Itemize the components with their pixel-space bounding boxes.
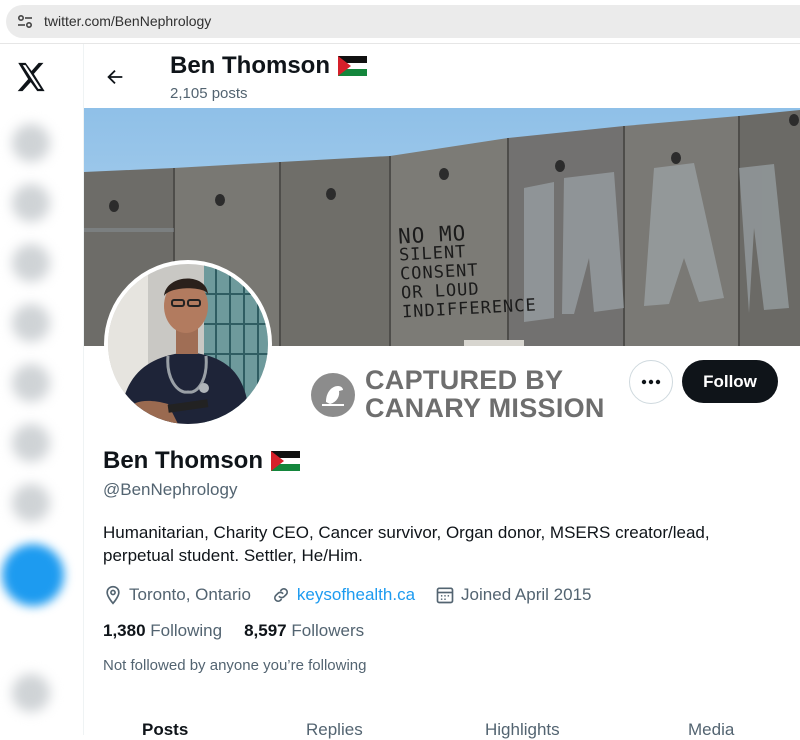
watermark-line1: CAPTURED BY <box>365 365 564 395</box>
joined-text: Joined April 2015 <box>461 585 592 604</box>
home-icon[interactable] <box>12 124 50 162</box>
more-options-button[interactable] <box>629 360 673 404</box>
follow-counts: 1,380 Following 8,597 Followers <box>103 621 364 641</box>
avatar-photo <box>108 264 268 424</box>
post-count: 2,105 posts <box>170 85 248 102</box>
calendar-icon <box>436 587 454 604</box>
following-label: Following <box>150 621 223 640</box>
communities-icon[interactable] <box>12 424 50 462</box>
back-arrow-icon[interactable] <box>104 66 126 88</box>
header-name: Ben Thomson <box>170 52 367 80</box>
profile-header: Ben Thomson 2,105 posts <box>84 44 800 108</box>
following-link[interactable]: 1,380 Following <box>103 621 222 641</box>
account-avatar[interactable] <box>12 674 50 712</box>
profile-icon[interactable] <box>12 484 50 522</box>
canary-mission-logo-icon <box>311 373 355 417</box>
banner-graffiti-text: NO MO SILENT CONSENT OR LOUD INDIFFERENC… <box>397 221 537 322</box>
more-dots-icon <box>641 379 661 385</box>
follow-button[interactable]: Follow <box>682 360 778 403</box>
tab-replies[interactable]: Replies <box>306 720 363 740</box>
watermark-line2: CANARY MISSION <box>365 393 605 423</box>
bookmarks-icon[interactable] <box>12 364 50 402</box>
location-text: Toronto, Ontario <box>129 585 251 604</box>
profile-bio: Humanitarian, Charity CEO, Cancer surviv… <box>103 523 710 565</box>
palestine-flag-icon <box>338 56 367 76</box>
site-settings-icon[interactable] <box>16 13 34 31</box>
url-text: twitter.com/BenNephrology <box>44 13 212 29</box>
sidebar-nav <box>0 44 84 735</box>
following-count: 1,380 <box>103 621 146 640</box>
compose-post-button[interactable] <box>2 544 64 606</box>
location-item: Toronto, Ontario <box>103 585 251 605</box>
palestine-flag-icon <box>271 451 300 471</box>
watermark-text: CAPTURED BY CANARY MISSION <box>365 366 605 422</box>
tab-posts[interactable]: Posts <box>142 720 188 740</box>
followers-link[interactable]: 8,597 Followers <box>244 621 364 641</box>
messages-icon[interactable] <box>12 304 50 342</box>
profile-avatar[interactable] <box>104 260 272 428</box>
tab-highlights[interactable]: Highlights <box>485 720 560 740</box>
joined-item: Joined April 2015 <box>435 585 591 605</box>
browser-address-bar: twitter.com/BenNephrology <box>0 0 800 44</box>
website-link[interactable]: keysofhealth.ca <box>297 585 415 605</box>
header-name-text: Ben Thomson <box>170 52 330 79</box>
followers-count: 8,597 <box>244 621 287 640</box>
profile-name: Ben Thomson <box>103 447 300 475</box>
profile-meta: Toronto, Ontario keysofhealth.ca Joined … <box>103 583 611 607</box>
profile-tabs: Posts Replies Highlights Media <box>84 718 800 739</box>
profile-handle: @BenNephrology <box>103 480 238 499</box>
followers-label: Followers <box>291 621 365 640</box>
profile-name-text: Ben Thomson <box>103 447 263 474</box>
website-item: keysofhealth.ca <box>271 585 415 605</box>
location-pin-icon <box>106 585 120 605</box>
link-icon <box>273 588 288 602</box>
url-field[interactable]: twitter.com/BenNephrology <box>6 5 800 38</box>
not-followed-note: Not followed by anyone you’re following <box>103 657 367 674</box>
x-logo-icon[interactable] <box>14 60 48 94</box>
tab-media[interactable]: Media <box>688 720 734 740</box>
notifications-icon[interactable] <box>12 244 50 282</box>
explore-icon[interactable] <box>12 184 50 222</box>
